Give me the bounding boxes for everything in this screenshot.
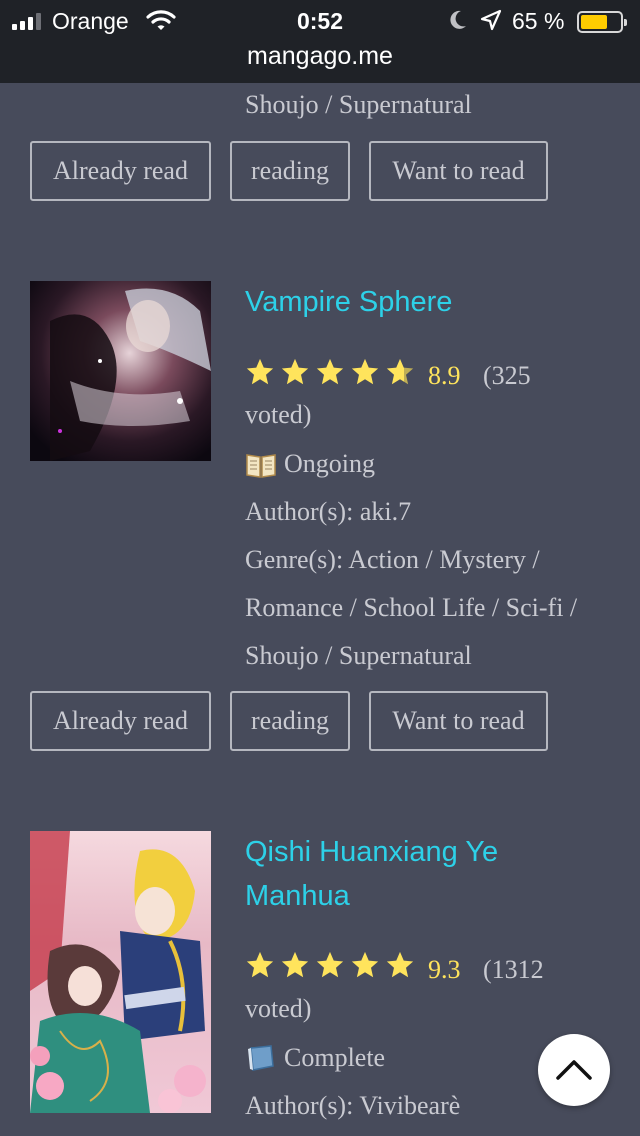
battery-icon (577, 11, 627, 33)
rating-stars (245, 950, 415, 980)
star-icon (351, 358, 379, 385)
vote-count-suffix: voted) (245, 994, 312, 1023)
battery-percent: 65 % (512, 8, 565, 34)
star-icon (386, 951, 414, 978)
genre-line: Romance / School Life / Sci-fi / (245, 593, 578, 622)
star-icon (316, 951, 344, 978)
star-icon (351, 951, 379, 978)
already-read-button[interactable]: Already read (30, 691, 211, 751)
vote-count: (1312 (483, 955, 544, 984)
chevron-up-icon (556, 1060, 592, 1080)
genre-line: Shoujo / Supernatural (245, 90, 472, 119)
manga-title-continued[interactable]: Manhua (245, 880, 350, 913)
rating-score: 9.3 (428, 955, 461, 984)
star-icon (281, 951, 309, 978)
star-icon (281, 358, 309, 385)
want-to-read-button[interactable]: Want to read (369, 141, 548, 201)
manga-title[interactable]: Qishi Huanxiang Ye (245, 836, 498, 869)
star-icon (246, 951, 274, 978)
already-read-button[interactable]: Already read (30, 141, 211, 201)
moon-icon (450, 10, 466, 29)
publication-status: Complete (284, 1043, 386, 1072)
location-arrow-icon (480, 9, 502, 31)
rating-stars (245, 357, 415, 387)
reading-button[interactable]: reading (230, 691, 350, 751)
genre-line: Shoujo / Supernatural (245, 641, 472, 670)
rating-score: 8.9 (428, 361, 461, 390)
publication-status: Ongoing (284, 449, 375, 478)
manga-title[interactable]: Vampire Sphere (245, 286, 452, 319)
star-icon (246, 358, 274, 385)
want-to-read-button[interactable]: Want to read (369, 691, 548, 751)
author-line: Author(s): Vivibearè (245, 1091, 461, 1120)
closed-book-icon (248, 1045, 274, 1071)
genre-line: Genre(s): Action / Mystery / (245, 545, 540, 574)
url-bar[interactable]: mangago.me (0, 42, 640, 71)
vote-count-suffix: voted) (245, 400, 312, 429)
open-book-icon (246, 454, 276, 478)
author-line: Author(s): aki.7 (245, 497, 412, 526)
star-icon (316, 358, 344, 385)
cover-image[interactable] (30, 281, 211, 461)
half-star-icon (386, 358, 414, 385)
vote-count: (325 (483, 361, 531, 390)
status-bar: Orange 0:52 65 % (0, 0, 640, 42)
scroll-to-top-button[interactable] (538, 1034, 610, 1106)
browser-top-bar: Orange 0:52 65 % mangago.me (0, 0, 640, 83)
reading-button[interactable]: reading (230, 141, 350, 201)
cover-image[interactable] (30, 831, 211, 1113)
